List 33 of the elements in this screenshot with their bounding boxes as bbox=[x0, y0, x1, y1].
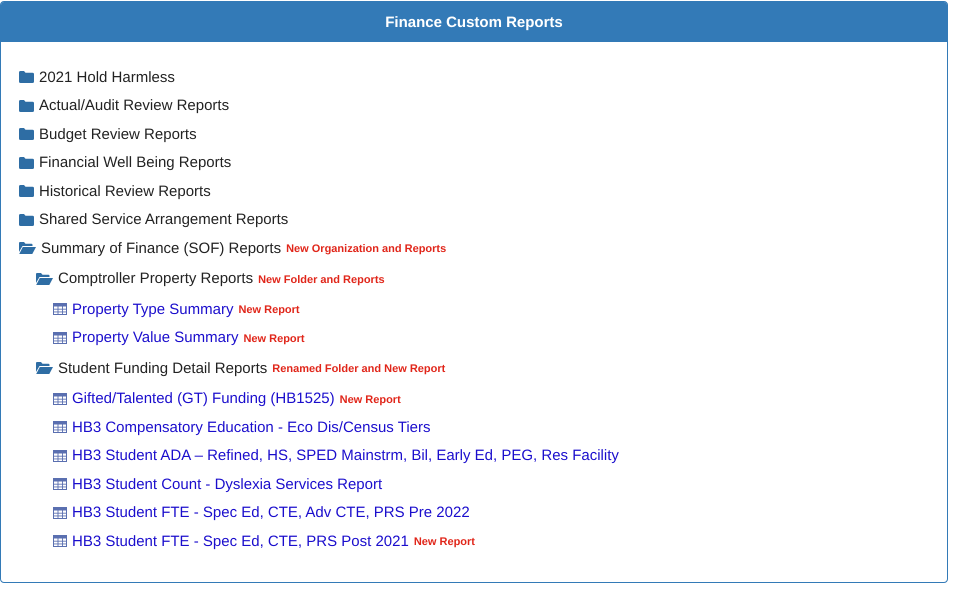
report-link[interactable]: HB3 Student Count - Dyslexia Services Report bbox=[72, 476, 382, 493]
report-link[interactable]: HB3 Student FTE - Spec Ed, CTE, Adv CTE, PRS Pre 2022 bbox=[72, 504, 470, 522]
table-icon bbox=[53, 332, 67, 344]
report-link[interactable]: Gifted/Talented (GT) Funding (HB1525) bbox=[72, 390, 335, 408]
panel-title: Finance Custom Reports bbox=[385, 14, 563, 30]
table-icon bbox=[53, 450, 67, 462]
new-tag: New Report bbox=[243, 330, 305, 345]
folder-label[interactable]: Summary of Finance (SOF) Reports bbox=[41, 240, 282, 257]
folder-label[interactable]: Budget Review Reports bbox=[39, 126, 197, 143]
table-icon bbox=[53, 535, 67, 548]
folder-label[interactable]: Financial Well Being Reports bbox=[39, 154, 232, 172]
new-tag: New Report bbox=[414, 534, 475, 548]
table-icon bbox=[53, 421, 67, 434]
report-link[interactable]: Property Type Summary bbox=[72, 300, 234, 318]
new-tag: New Organization and Reports bbox=[286, 241, 446, 256]
report-link[interactable]: HB3 Compensatory Education - Eco Dis/Census Tiers bbox=[72, 418, 430, 436]
folder-label[interactable]: Comptroller Property Reports bbox=[58, 270, 254, 288]
report-link[interactable]: Property Value Summary bbox=[72, 329, 238, 346]
report-link[interactable]: HB3 Student FTE - Spec Ed, CTE, PRS Post 2021 bbox=[72, 532, 409, 550]
folder-label[interactable]: Student Funding Detail Reports bbox=[58, 360, 268, 377]
folder-label[interactable]: Historical Review Reports bbox=[39, 182, 211, 200]
new-tag: New Report bbox=[238, 302, 300, 316]
new-tag: New Report bbox=[340, 392, 401, 406]
table-icon bbox=[53, 303, 67, 316]
new-tag: Renamed Folder and New Report bbox=[272, 361, 446, 376]
report-link[interactable]: HB3 Student ADA – Refined, HS, SPED Mainstrm, Bil, Early Ed, PEG, Res Facility bbox=[72, 447, 619, 464]
table-icon bbox=[53, 392, 67, 405]
folder-label[interactable]: 2021 Hold Harmless bbox=[39, 68, 175, 86]
folder-label[interactable]: Actual/Audit Review Reports bbox=[39, 97, 230, 114]
new-tag: New Folder and Reports bbox=[258, 272, 385, 286]
table-icon bbox=[53, 506, 67, 519]
table-icon bbox=[53, 478, 67, 490]
folder-label[interactable]: Shared Service Arrangement Reports bbox=[39, 211, 288, 228]
